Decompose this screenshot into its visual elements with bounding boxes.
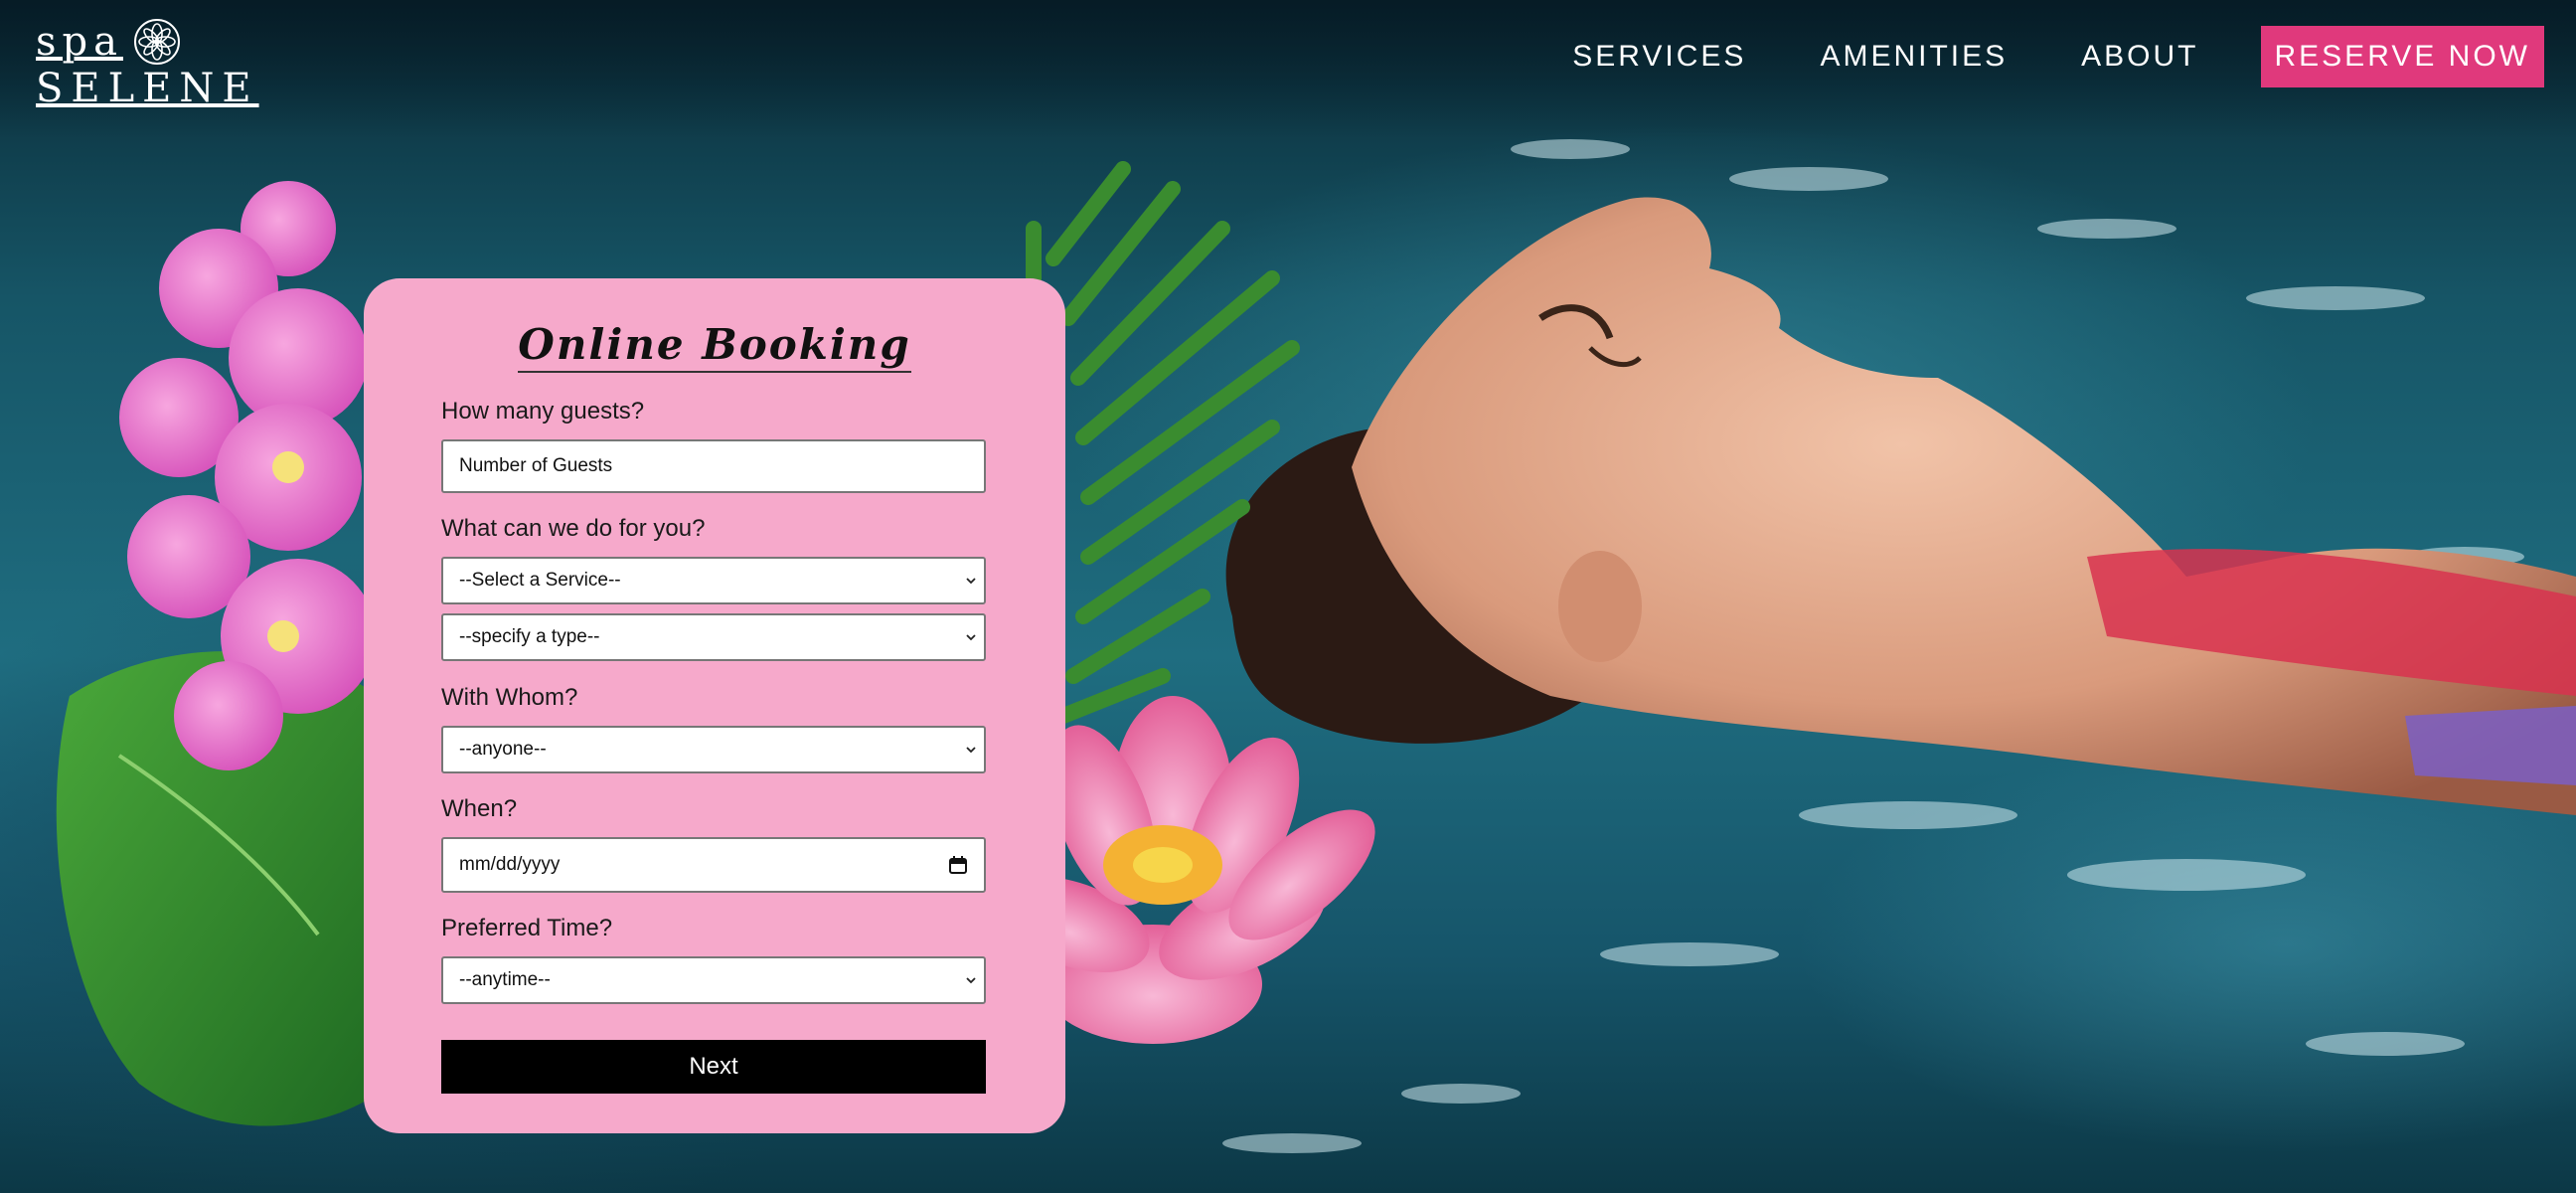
guests-label: How many guests? [441, 398, 645, 425]
brand-line-1-text: spa [36, 19, 123, 65]
nav-about[interactable]: ABOUT [2081, 40, 2198, 74]
booking-title-text: Online Booking [518, 320, 911, 373]
guests-placeholder: Number of Guests [459, 455, 613, 476]
time-select-value: --anytime-- [459, 969, 551, 990]
service-select-value: --Select a Service-- [459, 570, 621, 591]
guests-input[interactable]: Number of Guests [441, 439, 986, 493]
chevron-down-icon [966, 634, 976, 641]
orchid-flowers [56, 181, 378, 1126]
date-input[interactable]: mm/dd/yyyy [441, 837, 986, 893]
service-type-select[interactable]: --specify a type-- [441, 613, 986, 661]
brand-line-1: spa [36, 18, 259, 66]
whom-select[interactable]: --anyone-- [441, 726, 986, 773]
time-label: Preferred Time? [441, 915, 613, 941]
whom-select-value: --anyone-- [459, 739, 547, 760]
booking-card: Online Booking How many guests? Number o… [364, 278, 1065, 1133]
calendar-icon[interactable] [948, 855, 968, 875]
lotus-logo-icon [133, 19, 180, 65]
service-select[interactable]: --Select a Service-- [441, 557, 986, 604]
chevron-down-icon [966, 578, 976, 585]
site-header: spa SELENE SERVICES AMENITIES ABOUT RESE… [0, 0, 2576, 119]
brand-line-2: SELENE [36, 66, 259, 111]
next-button[interactable]: Next [441, 1040, 986, 1094]
nav-amenities[interactable]: AMENITIES [1820, 40, 2008, 74]
service-type-value: --specify a type-- [459, 626, 600, 647]
nav-services[interactable]: SERVICES [1572, 40, 1746, 74]
service-label: What can we do for you? [441, 515, 706, 542]
main-nav: SERVICES AMENITIES ABOUT RESERVE NOW [1499, 26, 2544, 87]
when-label: When? [441, 795, 518, 822]
chevron-down-icon [966, 977, 976, 984]
brand-logo[interactable]: spa SELENE [36, 18, 259, 111]
booking-title: Online Booking [364, 320, 1065, 373]
chevron-down-icon [966, 747, 976, 754]
date-placeholder: mm/dd/yyyy [459, 854, 561, 875]
time-select[interactable]: --anytime-- [441, 956, 986, 1004]
whom-label: With Whom? [441, 684, 578, 711]
reserve-now-button[interactable]: RESERVE NOW [2260, 26, 2544, 87]
